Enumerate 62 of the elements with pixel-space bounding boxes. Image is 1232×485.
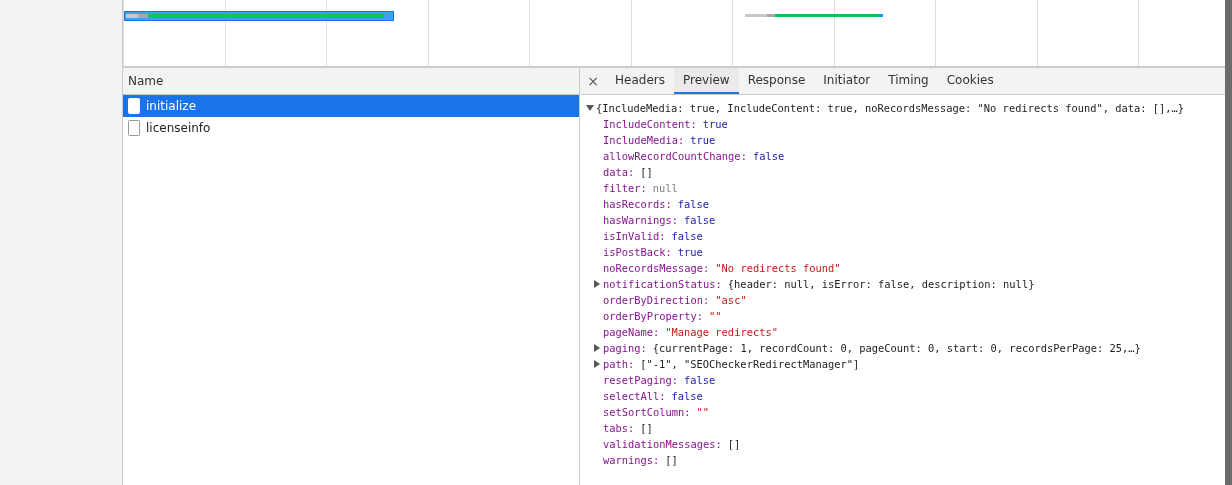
property-value: "" (709, 310, 722, 322)
property-value: false (684, 214, 716, 226)
tab[interactable]: Initiator (814, 68, 880, 94)
property-key: validationMessages: (603, 438, 722, 450)
property-key: allowRecordCountChange: (603, 150, 747, 162)
property-value: false (752, 150, 785, 162)
property-key: notificationStatus: (603, 278, 722, 290)
property-key: pageName: (603, 326, 660, 338)
close-button[interactable]: × (580, 68, 606, 94)
tab[interactable]: Cookies (937, 68, 1003, 94)
property-value: "No redirects found" (715, 262, 841, 274)
property-key: orderByDirection: (603, 294, 710, 306)
property-value: [] (727, 438, 741, 450)
property-value: {header: null, isError: false, description: null} (727, 278, 1035, 290)
expand-triangle-icon[interactable] (593, 344, 601, 352)
property-value: [] (640, 166, 653, 178)
property-value: null (652, 182, 678, 194)
property-key: IncludeMedia: (603, 134, 685, 146)
scrollbar[interactable] (1225, 0, 1232, 485)
property-value: true (677, 246, 703, 258)
column-header[interactable]: Name (123, 68, 579, 95)
property-value: ["-1", "SEOCheckerRedirectManager"] (640, 358, 860, 370)
property-key: paging: (603, 342, 647, 354)
property-key: selectAll: (603, 390, 666, 402)
property-value: "Manage redirects" (665, 326, 778, 338)
expand-triangle-icon[interactable] (593, 280, 601, 288)
property-key: filter: (603, 182, 647, 194)
document-icon (128, 120, 140, 136)
property-key: isPostBack: (603, 246, 672, 258)
property-key: orderByProperty: (603, 310, 704, 322)
property-value: true (690, 134, 716, 146)
property-value: false (671, 390, 703, 402)
property-key: isInValid: (603, 230, 666, 242)
property-key: noRecordsMessage: (603, 262, 710, 274)
document-icon (128, 98, 140, 114)
property-key: data: (603, 166, 635, 178)
tab[interactable]: Response (738, 68, 815, 94)
property-value: "" (696, 406, 710, 418)
request-row[interactable]: licenseinfo (123, 117, 579, 139)
property-value: {currentPage: 1, recordCount: 0, pageCount: 0, start: 0, recordsPerPage: 25,…} (652, 342, 1141, 354)
property-value: false (677, 198, 710, 210)
property-key: hasRecords: (603, 198, 672, 210)
property-key: IncludeContent: (603, 118, 697, 130)
property-value: [] (665, 454, 678, 466)
request-row[interactable]: initialize (123, 95, 579, 117)
property-value: false (671, 230, 703, 242)
property-value: "asc" (715, 294, 747, 306)
property-key: hasWarnings: (603, 214, 679, 226)
expand-triangle-icon[interactable] (586, 104, 594, 112)
property-value: [] (640, 422, 653, 434)
property-key: tabs: (603, 422, 635, 434)
expand-triangle-icon[interactable] (593, 360, 601, 368)
property-key: setSortColumn: (603, 406, 691, 418)
tab[interactable]: Preview (673, 68, 739, 94)
object-summary: {IncludeMedia: true, IncludeContent: true, noRecordsMessage: "No redirects found", data: [],…} (596, 102, 1185, 114)
property-key: resetPaging: (603, 374, 679, 386)
property-key: warnings: (603, 454, 660, 466)
tab[interactable]: Timing (879, 68, 938, 94)
property-value: true (702, 118, 728, 130)
tab[interactable]: Headers (606, 68, 674, 94)
property-value: false (684, 374, 716, 386)
property-key: path: (603, 358, 635, 370)
